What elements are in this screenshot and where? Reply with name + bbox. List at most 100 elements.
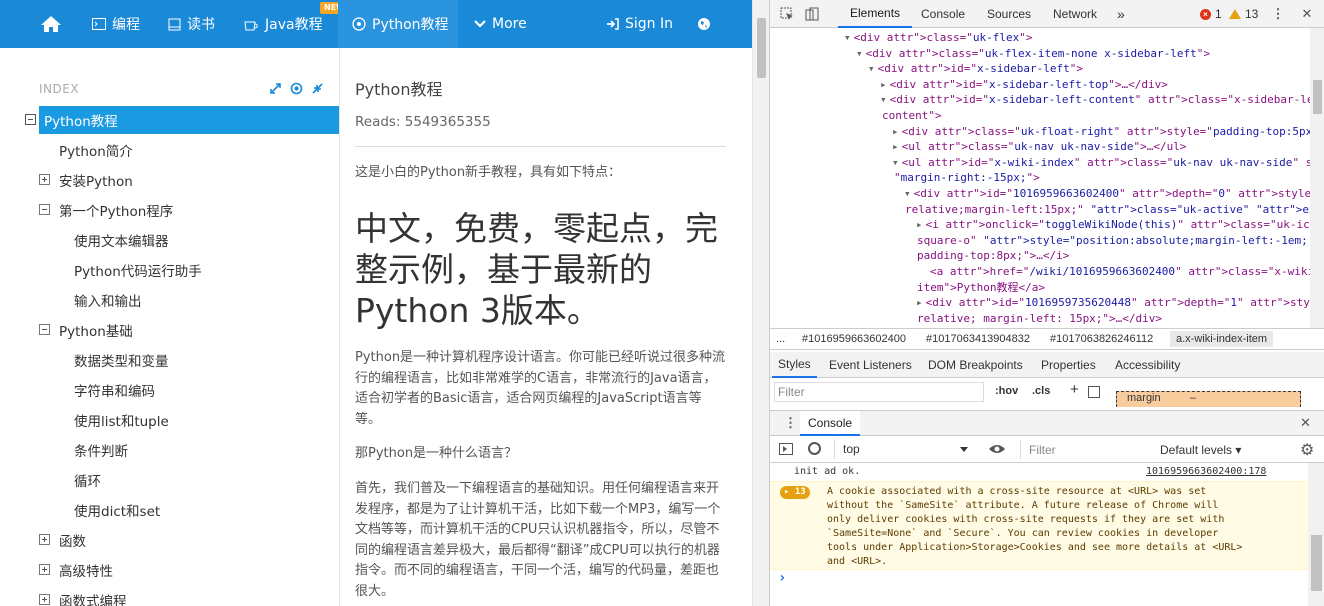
live-expression-eye-icon[interactable] bbox=[988, 442, 1006, 461]
sidebar-item[interactable]: 数据类型和变量 bbox=[0, 346, 339, 374]
node-toggle-arrow[interactable]: ▾ bbox=[844, 31, 851, 44]
dom-node-line[interactable]: <a attr">href="/wiki/1016959663602400" a… bbox=[930, 264, 1310, 280]
styles-filter-input[interactable]: Filter bbox=[774, 382, 984, 402]
sidebar-item[interactable]: Python基础 bbox=[0, 316, 339, 344]
nav-sign-in[interactable]: Sign In bbox=[606, 0, 673, 48]
drawer-menu-icon[interactable]: ⋮ bbox=[784, 415, 797, 431]
nav-more[interactable]: More bbox=[474, 0, 527, 48]
page-scrollbar[interactable] bbox=[752, 0, 769, 606]
sidebar-item[interactable]: Python代码运行助手 bbox=[0, 256, 339, 284]
class-toggle[interactable]: .cls bbox=[1032, 385, 1050, 397]
locate-current-icon[interactable] bbox=[290, 82, 303, 98]
expand-all-icon[interactable] bbox=[269, 82, 282, 98]
breadcrumb-item[interactable]: #1017063826246112 bbox=[1050, 333, 1153, 345]
tab-network[interactable]: Network bbox=[1053, 0, 1097, 28]
sidebar-item[interactable]: 函数式编程 bbox=[0, 586, 339, 606]
computed-toggle-icon[interactable] bbox=[1088, 386, 1100, 398]
expand-plus-icon[interactable] bbox=[39, 594, 50, 605]
sidebar-item[interactable]: 高级特性 bbox=[0, 556, 339, 584]
breadcrumb-selected[interactable]: a.x-wiki-index-item bbox=[1170, 331, 1274, 347]
tab-dom-breakpoints[interactable]: DOM Breakpoints bbox=[928, 352, 1023, 378]
dom-node-line[interactable]: square-o" "attr">style="position:absolut… bbox=[917, 233, 1308, 249]
warning-counter[interactable]: 13 bbox=[1229, 0, 1258, 28]
nav-programming[interactable]: 编程 bbox=[92, 0, 140, 48]
dom-node-line[interactable]: ▸ <div attr">class="uk-float-right" attr"… bbox=[892, 124, 1310, 140]
tab-sources[interactable]: Sources bbox=[987, 0, 1031, 28]
node-toggle-arrow[interactable]: ▾ bbox=[868, 62, 875, 75]
hover-state-toggle[interactable]: :hov bbox=[995, 385, 1018, 397]
breadcrumb-item[interactable]: #1016959663602400 bbox=[802, 333, 906, 345]
dom-node-line[interactable]: ▾ <div attr">class="uk-flex-item-none x-s… bbox=[856, 46, 1210, 62]
dom-node-line[interactable]: padding-top:8px;">…</i> bbox=[917, 248, 1069, 264]
collapse-minus-icon[interactable] bbox=[25, 114, 36, 125]
console-drawer-tab[interactable]: Console bbox=[800, 411, 861, 436]
sidebar-item[interactable]: 循环 bbox=[0, 466, 339, 494]
dom-node-line[interactable]: ▸ <i attr">onclick="toggleWikiNode(this)"… bbox=[916, 217, 1310, 233]
collapse-minus-icon[interactable] bbox=[39, 204, 50, 215]
nav-language[interactable] bbox=[697, 0, 711, 48]
sidebar-item[interactable]: 安装Python bbox=[0, 166, 339, 194]
tab-accessibility[interactable]: Accessibility bbox=[1115, 352, 1180, 378]
sidebar-item[interactable]: 使用dict和set bbox=[0, 496, 339, 524]
inspect-element-icon[interactable] bbox=[778, 5, 796, 23]
node-toggle-arrow[interactable]: ▸ bbox=[892, 140, 899, 153]
collapse-all-icon[interactable] bbox=[311, 82, 324, 98]
sidebar-item[interactable]: 使用list和tuple bbox=[0, 406, 339, 434]
sidebar-item[interactable]: 函数 bbox=[0, 526, 339, 554]
scrollbar-thumb[interactable] bbox=[757, 18, 766, 78]
console-filter-input[interactable]: Filter bbox=[1020, 440, 1150, 459]
close-devtools-icon[interactable]: ✕ bbox=[1298, 5, 1316, 23]
console-scrollbar-thumb[interactable] bbox=[1311, 535, 1322, 591]
expand-plus-icon[interactable] bbox=[39, 174, 50, 185]
dom-node-line[interactable]: ▸ <div attr">id="1016959735620448" attr">… bbox=[916, 295, 1310, 311]
dom-node-line[interactable]: ▾ <ul attr">id="x-wiki-index" attr">class… bbox=[892, 155, 1310, 171]
sidebar-item[interactable]: 条件判断 bbox=[0, 436, 339, 464]
node-toggle-arrow[interactable]: ▸ bbox=[916, 218, 923, 231]
node-toggle-arrow[interactable]: ▸ bbox=[880, 78, 887, 91]
expand-plus-icon[interactable] bbox=[39, 564, 50, 575]
dom-node-line[interactable]: "margin-right:-15px;"> bbox=[894, 170, 1040, 186]
sidebar-item[interactable]: 第一个Python程序 bbox=[0, 196, 339, 224]
device-toolbar-icon[interactable] bbox=[803, 5, 821, 23]
node-toggle-arrow[interactable]: ▾ bbox=[880, 93, 887, 106]
tab-event-listeners[interactable]: Event Listeners bbox=[829, 352, 912, 378]
log-levels-select[interactable]: Default levels ▾ bbox=[1160, 440, 1241, 460]
tab-console[interactable]: Console bbox=[921, 0, 965, 28]
console-settings-gear-icon[interactable]: ⚙ bbox=[1300, 440, 1314, 460]
dom-node-line[interactable]: ▸ <div attr">id="x-sidebar-left-top">…</d… bbox=[880, 77, 1168, 93]
clear-console-icon[interactable] bbox=[808, 442, 821, 455]
node-toggle-arrow[interactable]: ▾ bbox=[892, 156, 899, 169]
more-tabs-button[interactable]: » bbox=[1117, 0, 1125, 28]
tab-elements[interactable]: Elements bbox=[838, 0, 913, 28]
node-toggle-arrow[interactable]: ▾ bbox=[904, 187, 911, 200]
node-toggle-arrow[interactable]: ▾ bbox=[856, 47, 863, 60]
collapse-minus-icon[interactable] bbox=[39, 324, 50, 335]
sidebar-item[interactable]: 字符串和编码 bbox=[0, 376, 339, 404]
console-scrollbar[interactable] bbox=[1308, 463, 1324, 606]
nav-reading[interactable]: 读书 bbox=[168, 0, 215, 48]
sidebar-item[interactable]: Python教程 bbox=[25, 106, 339, 134]
nav-python-tutorial[interactable]: Python教程 bbox=[338, 0, 458, 48]
dom-node-line[interactable]: ▸ <ul attr">class="uk-nav uk-nav-side">…<… bbox=[892, 139, 1186, 155]
console-log-source-link[interactable]: 1016959663602400:178 bbox=[1146, 466, 1266, 477]
dom-node-line[interactable]: ▾ <div attr">id="x-sidebar-left-content" … bbox=[880, 92, 1310, 108]
sidebar-item[interactable]: 使用文本编辑器 bbox=[0, 226, 339, 254]
nav-home[interactable] bbox=[40, 0, 62, 48]
node-toggle-arrow[interactable]: ▸ bbox=[892, 125, 899, 138]
settings-menu-icon[interactable]: ⋮ bbox=[1269, 5, 1287, 23]
dom-node-line[interactable]: relative;margin-left:15px;" "attr">class… bbox=[905, 202, 1310, 218]
sidebar-toggle-icon[interactable] bbox=[779, 443, 793, 455]
tab-properties[interactable]: Properties bbox=[1041, 352, 1096, 378]
console-prompt[interactable]: › bbox=[778, 570, 786, 586]
close-drawer-icon[interactable]: ✕ bbox=[1300, 415, 1311, 431]
sidebar-item[interactable]: Python简介 bbox=[0, 136, 339, 164]
dom-node-line[interactable]: ▾ <div attr">class="uk-flex"> bbox=[844, 30, 1032, 46]
sidebar-item[interactable]: 输入和输出 bbox=[0, 286, 339, 314]
nav-java-tutorial[interactable]: Java教程 bbox=[244, 0, 323, 48]
dom-node-line[interactable]: content"> bbox=[882, 108, 942, 124]
new-style-rule-button[interactable]: + bbox=[1070, 381, 1079, 398]
tab-styles[interactable]: Styles bbox=[772, 352, 817, 378]
elements-scrollbar[interactable] bbox=[1310, 28, 1324, 328]
dom-node-line[interactable]: relative; margin-left: 15px;">…</div> bbox=[917, 311, 1162, 327]
dom-node-line[interactable]: ▾ <div attr">id="x-sidebar-left"> bbox=[868, 61, 1083, 77]
